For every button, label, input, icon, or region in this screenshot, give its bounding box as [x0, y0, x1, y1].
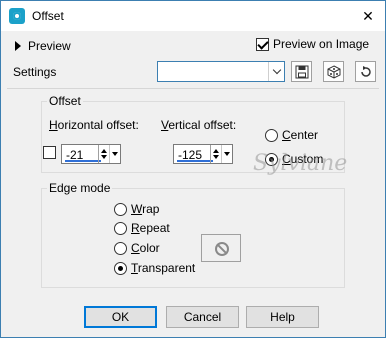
edge-transparent-radio[interactable]: Transparent	[114, 261, 195, 275]
watermark-logo: Sylviane	[253, 151, 348, 176]
divider	[7, 88, 379, 89]
reset-button[interactable]	[355, 61, 376, 82]
horizontal-offset-input[interactable]: -21	[61, 144, 121, 164]
transparent-radio-button[interactable]	[114, 261, 127, 275]
offset-group-title: Offset	[47, 94, 83, 108]
help-button[interactable]: Help	[246, 306, 319, 328]
color-label: Color	[131, 241, 160, 255]
spin-up-down-icon[interactable]	[211, 145, 222, 163]
preview-expander[interactable]: Preview	[15, 39, 71, 53]
repeat-radio-button[interactable]	[114, 221, 127, 235]
reset-arrow-icon	[360, 65, 371, 77]
close-icon[interactable]: ✕	[357, 5, 379, 27]
vertical-offset-label: Vertical offset:	[161, 118, 237, 132]
title-bar: Offset ✕	[1, 1, 385, 31]
expand-triangle-icon	[15, 41, 21, 51]
link-offsets-checkbox[interactable]	[43, 146, 56, 159]
dice-icon	[327, 64, 340, 79]
window-title: Offset	[32, 9, 64, 23]
cancel-button[interactable]: Cancel	[166, 306, 239, 328]
ok-button[interactable]: OK	[84, 306, 157, 328]
save-preset-button[interactable]	[291, 61, 312, 82]
edge-mode-group-title: Edge mode	[47, 181, 113, 195]
offset-dialog: Offset ✕ Preview Preview on Image Settin…	[0, 0, 386, 338]
edge-color-swatch[interactable]	[201, 234, 241, 262]
horizontal-offset-label: Horizontal offset:	[49, 118, 139, 132]
spin-up-down-icon[interactable]	[99, 145, 110, 163]
preview-on-image-check[interactable]	[256, 37, 269, 51]
repeat-label: Repeat	[131, 221, 170, 235]
center-label: Center	[282, 128, 319, 142]
edge-color-radio[interactable]: Color	[114, 241, 160, 255]
input-underline	[65, 160, 101, 162]
center-radio[interactable]: Center	[265, 128, 318, 142]
input-underline	[177, 160, 213, 162]
preview-on-image-checkbox[interactable]: Preview on Image	[256, 37, 369, 51]
center-radio-button[interactable]	[265, 128, 278, 142]
preview-on-image-label: Preview on Image	[273, 37, 370, 51]
preview-label: Preview	[28, 39, 71, 53]
vertical-offset-input[interactable]: -125	[173, 144, 233, 164]
no-color-icon	[215, 242, 229, 256]
color-radio-button[interactable]	[114, 241, 127, 255]
app-icon	[9, 8, 25, 24]
settings-label: Settings	[13, 65, 57, 79]
floppy-disk-icon	[295, 65, 308, 78]
wrap-radio-button[interactable]	[114, 202, 127, 216]
settings-dropdown[interactable]	[157, 61, 285, 82]
transparent-label: Transparent	[131, 261, 196, 275]
wrap-label: Wrap	[131, 202, 160, 216]
chevron-down-icon[interactable]	[268, 62, 284, 81]
randomize-button[interactable]	[323, 61, 344, 82]
dropdown-arrow-icon[interactable]	[110, 145, 120, 163]
dropdown-arrow-icon[interactable]	[222, 145, 232, 163]
edge-repeat-radio[interactable]: Repeat	[114, 221, 170, 235]
edge-wrap-radio[interactable]: Wrap	[114, 202, 159, 216]
